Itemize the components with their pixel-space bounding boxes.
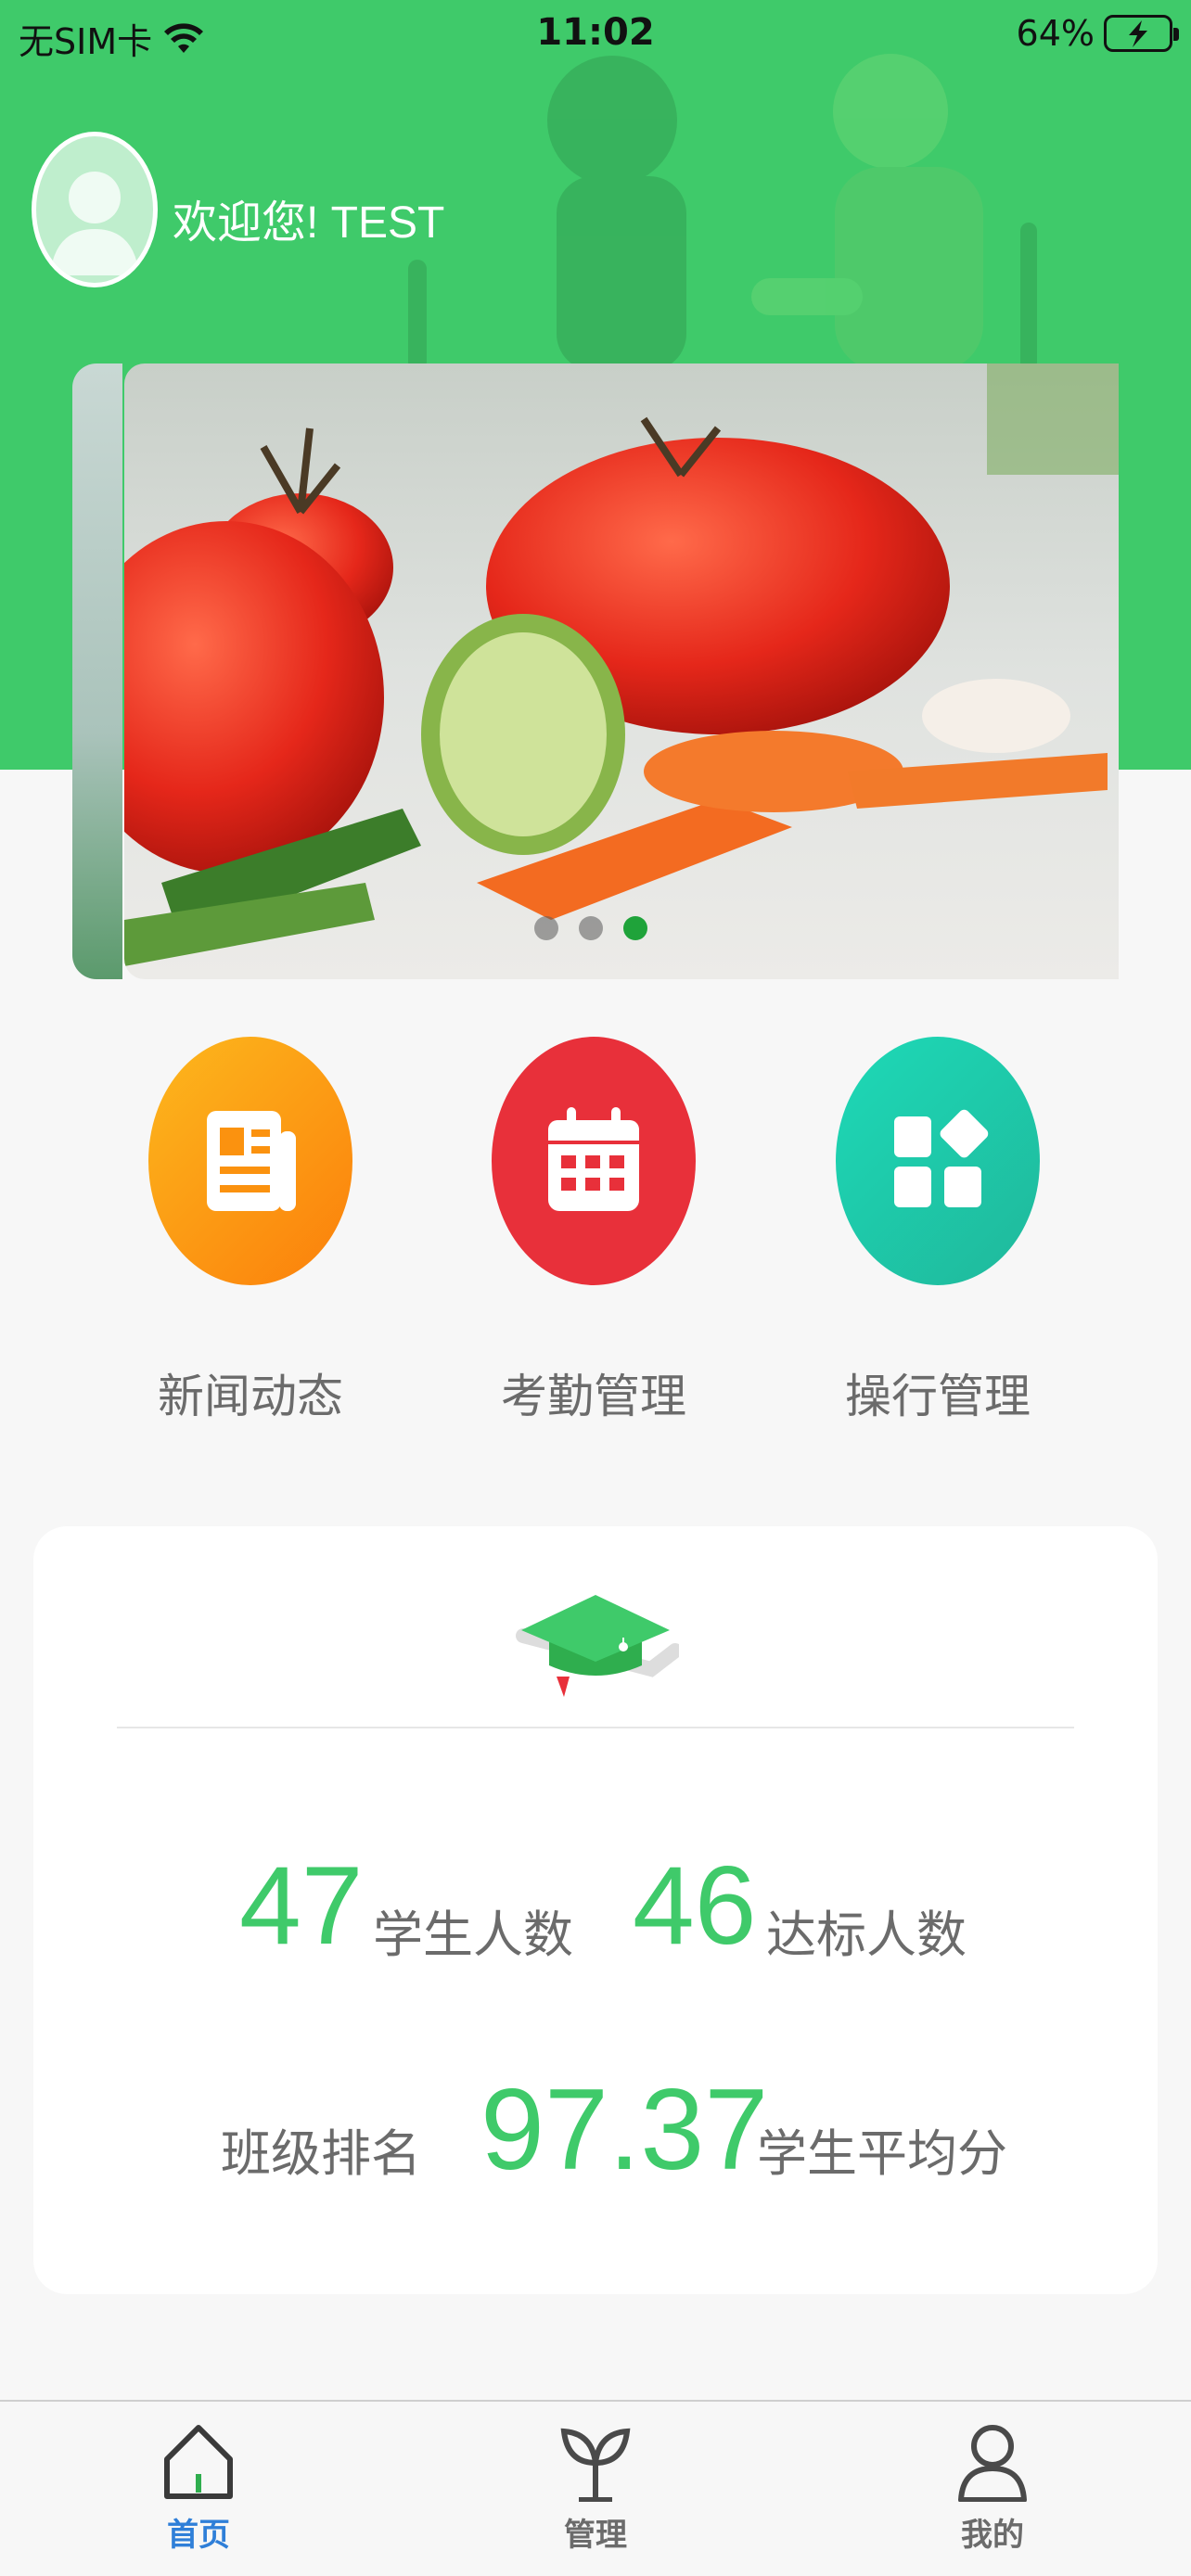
quick-action-attendance[interactable]: 考勤管理 (492, 1037, 696, 1426)
quick-action-conduct[interactable]: 操行管理 (836, 1037, 1040, 1426)
home-icon (164, 2425, 233, 2499)
carousel-dot[interactable] (579, 916, 603, 940)
tab-mine-label: 我的 (961, 2517, 1024, 2554)
battery-icon (1104, 15, 1179, 52)
student-count-value: 47 (239, 1843, 364, 1968)
welcome-text: 欢迎您! TEST (173, 198, 445, 248)
user-avatar[interactable] (32, 132, 158, 287)
quick-action-news-label: 新闻动态 (158, 1370, 343, 1423)
carousel-dots (534, 916, 647, 940)
average-score-value: 97.37 (480, 2066, 769, 2194)
tab-mine[interactable]: 我的 (909, 2422, 1076, 2555)
card-divider (117, 1727, 1074, 1728)
carousel-dot-active[interactable] (623, 916, 647, 940)
newspaper-icon (207, 1111, 296, 1211)
tab-manage[interactable]: 管理 (512, 2422, 679, 2555)
sprout-icon (560, 2428, 631, 2502)
class-stats-card: 47 学生人数 46 达标人数 班级排名 97.37 学生平均分 (33, 1526, 1158, 2294)
tab-home-label: 首页 (167, 2517, 230, 2554)
user-profile-icon (958, 2425, 1027, 2502)
status-right: 64% (1016, 13, 1179, 54)
banner-carousel[interactable] (124, 363, 1119, 979)
conduct-circle[interactable] (836, 1037, 1040, 1285)
tab-home[interactable]: 首页 (115, 2422, 282, 2555)
banner-image-vegetables (124, 363, 1119, 979)
quick-action-news[interactable]: 新闻动态 (148, 1037, 352, 1426)
qualified-count-label: 达标人数 (766, 1906, 967, 1964)
status-time: 11:02 (536, 11, 655, 54)
attendance-circle[interactable] (492, 1037, 696, 1285)
graduation-cap-icon (516, 1595, 679, 1697)
battery-percent: 64% (1016, 13, 1095, 54)
tab-manage-label: 管理 (564, 2517, 627, 2554)
class-rank-label: 班级排名 (221, 2124, 421, 2183)
qualified-count-value: 46 (633, 1843, 757, 1968)
calendar-icon (548, 1107, 639, 1211)
carousel-dot[interactable] (534, 916, 558, 940)
average-score-label: 学生平均分 (757, 2124, 1007, 2183)
quick-action-attendance-label: 考勤管理 (501, 1370, 686, 1423)
news-circle[interactable] (148, 1037, 352, 1285)
status-bar: 无SIM卡 11:02 64% (0, 0, 1191, 74)
apps-grid-icon (894, 1109, 989, 1207)
bottom-tab-bar: 首页 管理 我的 (0, 2400, 1191, 2576)
quick-action-conduct-label: 操行管理 (845, 1370, 1031, 1423)
banner-previous-slide-peek[interactable] (72, 363, 122, 979)
student-count-label: 学生人数 (373, 1906, 573, 1964)
person-silhouette-icon (50, 172, 139, 275)
